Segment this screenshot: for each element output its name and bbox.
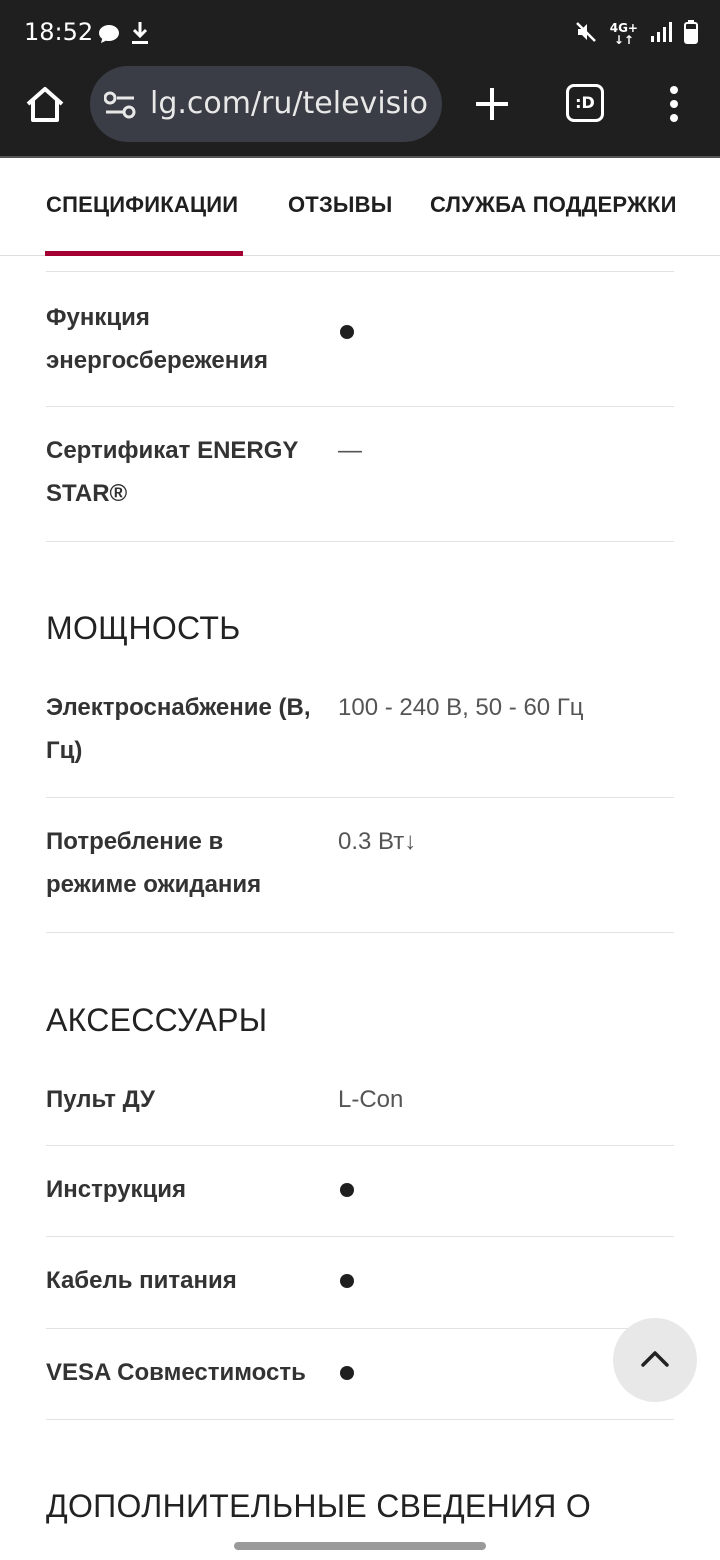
included-dot [340,1183,354,1197]
tab-support[interactable]: СЛУЖБА ПОДДЕРЖКИ [430,192,677,218]
spec-row-energy-saving: Функция энергосбережения [46,272,674,407]
section-tabs: СПЕЦИФИКАЦИИ ОТЗЫВЫ СЛУЖБА ПОДДЕРЖКИ [0,158,720,256]
home-icon[interactable] [22,82,68,128]
spec-label: Сертификат ENERGY STAR® [46,437,298,507]
spec-label: Инструкция [46,1176,187,1203]
spec-label: Кабель питания [46,1267,237,1294]
included-dot [340,1274,354,1288]
included-dot [340,1366,354,1380]
active-tab-indicator [45,251,243,256]
tab-reviews[interactable]: ОТЗЫВЫ [288,192,393,218]
section-title-accessories: АКСЕССУАРЫ [46,1002,268,1038]
spec-label: Функция энергосбережения [46,304,268,374]
spec-row-energy-star: Сертификат ENERGY STAR® — [46,407,674,542]
section-title-additional: ДОПОЛНИТЕЛЬНЫЕ СВЕДЕНИЯ О [46,1488,592,1524]
signal-icon [650,21,672,48]
home-indicator[interactable] [234,1542,486,1550]
tab-specifications[interactable]: СПЕЦИФИКАЦИИ [46,192,238,218]
scroll-to-top-button[interactable] [613,1318,697,1402]
spec-value: — [338,437,362,464]
spec-label: Пульт ДУ [46,1086,155,1113]
spec-value: 100 - 240 В, 50 - 60 Гц [338,694,584,721]
spec-row-remote: Пульт ДУ L-Con [46,1062,674,1146]
included-dot [340,325,354,339]
spec-label: Электроснабжение (В, Гц) [46,694,311,764]
status-bar: 18:52 4G+ ↓↑ [0,0,720,62]
battery-icon [684,19,698,49]
spec-row-power-supply: Электроснабжение (В, Гц) 100 - 240 В, 50… [46,676,674,798]
spec-value: L-Con [338,1086,404,1113]
spec-row-standby: Потребление в режиме ожидания 0.3 Вт↓ [46,798,674,933]
browser-toolbar: lg.com/ru/televisions :D [0,62,720,158]
spec-value: 0.3 Вт↓ [338,828,417,855]
spec-row-power-cable: Кабель питания [46,1237,674,1329]
network-type: 4G+ ↓↑ [609,21,638,47]
chat-icon [98,24,120,49]
mute-icon [574,20,598,49]
spec-label: VESA Совместимость [46,1359,306,1386]
site-settings-icon[interactable] [103,90,136,125]
more-menu-icon[interactable] [664,84,684,124]
url-text[interactable]: lg.com/ru/televisions [150,86,430,121]
spec-label: Потребление в режиме ожидания [46,828,262,898]
address-bar[interactable]: lg.com/ru/televisions [90,66,442,142]
download-icon [130,20,150,51]
status-time: 18:52 [24,18,94,46]
tabs-icon[interactable]: :D [566,84,604,122]
section-title-power: МОЩНОСТЬ [46,610,241,646]
new-tab-icon[interactable] [472,84,512,124]
spec-row-vesa: VESA Совместимость [46,1329,674,1420]
chevron-up-icon [641,1351,669,1367]
spec-row-manual: Инструкция [46,1146,674,1237]
